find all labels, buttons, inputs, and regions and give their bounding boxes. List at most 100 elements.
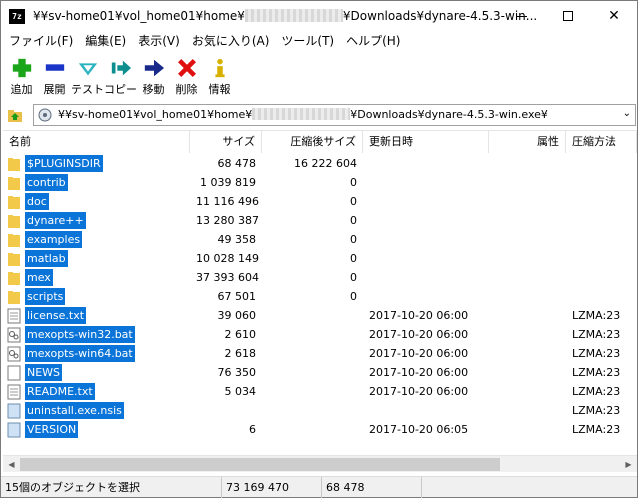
horizontal-scrollbar[interactable]: ◀ ▶ bbox=[3, 455, 637, 472]
folder-up-icon[interactable] bbox=[7, 107, 23, 123]
table-row[interactable]: $PLUGINSDIR 68 478 16 222 604 bbox=[3, 154, 637, 173]
move-label: 移動 bbox=[142, 83, 165, 96]
file-name-cell: mex bbox=[3, 268, 190, 287]
file-size: 2 610 bbox=[224, 328, 257, 341]
folder-icon bbox=[8, 252, 20, 266]
delete-button[interactable]: 削除 bbox=[170, 53, 203, 97]
column-header-packed-size[interactable]: 圧縮後サイズ bbox=[262, 131, 363, 153]
status-selection: 15個のオブジェクトを選択 bbox=[1, 477, 222, 498]
table-row[interactable]: mex 37 393 604 0 bbox=[3, 268, 637, 287]
table-row[interactable]: matlab 10 028 149 0 bbox=[3, 249, 637, 268]
chevron-down-icon[interactable]: ⌄ bbox=[623, 108, 631, 119]
table-row[interactable]: mexopts-win64.bat 2 618 2017-10-20 06:00 LZ… bbox=[3, 344, 637, 363]
file-name: mex bbox=[25, 269, 53, 286]
table-row[interactable]: scripts 67 501 0 bbox=[3, 287, 637, 306]
scroll-right-icon[interactable]: ▶ bbox=[620, 456, 637, 473]
file-modified bbox=[363, 249, 489, 268]
address-path-suffix: ¥Downloads¥dynare-4.5.3-win.exe¥ bbox=[350, 108, 548, 121]
move-button[interactable]: 移動 bbox=[137, 53, 170, 97]
menu-file[interactable]: ファイル(F) bbox=[1, 31, 79, 51]
file-size: 5 034 bbox=[224, 385, 257, 398]
status-bar: 15個のオブジェクトを選択 73 169 470 68 478 bbox=[1, 476, 637, 498]
file-attributes bbox=[489, 306, 566, 325]
redacted-username bbox=[252, 108, 351, 120]
file-name-cell: doc bbox=[3, 192, 190, 211]
file-name-cell: uninstall.exe.nsis bbox=[3, 401, 190, 420]
copy-arrow-icon bbox=[111, 60, 131, 76]
table-row[interactable]: license.txt 39 060 2017-10-20 06:00 LZMA:23 bbox=[3, 306, 637, 325]
table-row[interactable]: NEWS 76 350 2017-10-20 06:00 LZMA:23 bbox=[3, 363, 637, 382]
maximize-button[interactable] bbox=[545, 1, 591, 31]
file-name-cell: $PLUGINSDIR bbox=[3, 154, 190, 173]
file-method bbox=[566, 154, 637, 173]
column-header-attributes[interactable]: 属性 bbox=[489, 131, 566, 153]
column-header-method[interactable]: 圧縮方法 bbox=[566, 131, 637, 153]
file-name-cell: scripts bbox=[3, 287, 190, 306]
file-attributes bbox=[489, 344, 566, 363]
file-name: license.txt bbox=[25, 307, 87, 324]
file-attributes bbox=[489, 420, 566, 439]
file-attributes bbox=[489, 287, 566, 306]
file-attributes bbox=[489, 382, 566, 401]
menu-view[interactable]: 表示(V) bbox=[132, 31, 186, 51]
file-size: 13 280 387 bbox=[196, 214, 259, 227]
table-row[interactable]: uninstall.exe.nsis LZMA:23 bbox=[3, 401, 637, 420]
address-bar[interactable]: ¥¥sv-home01¥vol_home01¥home¥ ¥Downloads¥d… bbox=[33, 104, 636, 126]
menu-edit[interactable]: 編集(E) bbox=[79, 31, 132, 51]
table-row[interactable]: examples 49 358 0 bbox=[3, 230, 637, 249]
close-button[interactable]: ✕ bbox=[591, 1, 637, 31]
scroll-left-icon[interactable]: ◀ bbox=[3, 456, 20, 473]
minimize-button[interactable] bbox=[499, 1, 545, 31]
status-empty bbox=[422, 477, 637, 498]
file-name-cell: examples bbox=[3, 230, 190, 249]
address-path-prefix: ¥¥sv-home01¥vol_home01¥home¥ bbox=[58, 108, 253, 121]
file-packed-size bbox=[262, 401, 363, 420]
file-name: dynare++ bbox=[25, 212, 86, 229]
file-name-cell: NEWS bbox=[3, 363, 190, 382]
info-button[interactable]: 情報 bbox=[203, 53, 236, 97]
file-modified: 2017-10-20 06:00 bbox=[369, 366, 469, 379]
table-row[interactable]: VERSION 6 2017-10-20 06:05 LZMA:23 bbox=[3, 420, 637, 439]
folder-icon bbox=[8, 214, 20, 228]
column-header-size[interactable]: サイズ bbox=[190, 131, 262, 153]
test-button[interactable]: テスト bbox=[71, 53, 104, 97]
file-packed-size: 0 bbox=[350, 214, 357, 227]
file-size: 10 028 149 bbox=[196, 252, 259, 265]
add-button[interactable]: 追加 bbox=[5, 53, 38, 97]
menu-help[interactable]: ヘルプ(H) bbox=[340, 31, 406, 51]
file-name-cell: contrib bbox=[3, 173, 190, 192]
file-attributes bbox=[489, 211, 566, 230]
table-row[interactable]: doc 11 116 496 0 bbox=[3, 192, 637, 211]
add-plus-icon bbox=[12, 58, 31, 78]
column-header-modified[interactable]: 更新日時 bbox=[363, 131, 489, 153]
file-name-cell: license.txt bbox=[3, 306, 190, 325]
file-packed-size bbox=[262, 420, 363, 439]
move-arrow-icon bbox=[144, 59, 164, 77]
file-name: scripts bbox=[25, 288, 66, 305]
file-modified bbox=[363, 173, 489, 192]
file-name: mexopts-win64.bat bbox=[25, 345, 135, 362]
menu-favorites[interactable]: お気に入り(A) bbox=[186, 31, 276, 51]
title-path-prefix: ¥¥sv-home01¥vol_home01¥home¥ bbox=[33, 9, 245, 23]
file-method: LZMA:23 bbox=[572, 347, 621, 360]
file-name: README.txt bbox=[25, 383, 95, 400]
file-method: LZMA:23 bbox=[572, 309, 621, 322]
file-method bbox=[566, 173, 637, 192]
file-icon bbox=[7, 365, 21, 380]
column-header-name[interactable]: 名前 bbox=[3, 131, 190, 153]
file-name: examples bbox=[25, 231, 83, 248]
folder-icon bbox=[8, 176, 20, 190]
title-bar[interactable]: 7z ¥¥sv-home01¥vol_home01¥home¥ ¥Download… bbox=[1, 1, 637, 31]
file-attributes bbox=[489, 268, 566, 287]
table-row[interactable]: contrib 1 039 819 0 bbox=[3, 173, 637, 192]
extract-button[interactable]: 展開 bbox=[38, 53, 71, 97]
file-method bbox=[566, 230, 637, 249]
file-attributes bbox=[489, 230, 566, 249]
table-row[interactable]: dynare++ 13 280 387 0 bbox=[3, 211, 637, 230]
scrollbar-thumb[interactable] bbox=[20, 458, 500, 471]
copy-button[interactable]: コピー bbox=[104, 53, 137, 97]
menu-tools[interactable]: ツール(T) bbox=[275, 31, 340, 51]
table-row[interactable]: mexopts-win32.bat 2 610 2017-10-20 06:00 LZ… bbox=[3, 325, 637, 344]
table-row[interactable]: README.txt 5 034 2017-10-20 06:00 LZMA:23 bbox=[3, 382, 637, 401]
file-name-cell: VERSION bbox=[3, 420, 190, 439]
